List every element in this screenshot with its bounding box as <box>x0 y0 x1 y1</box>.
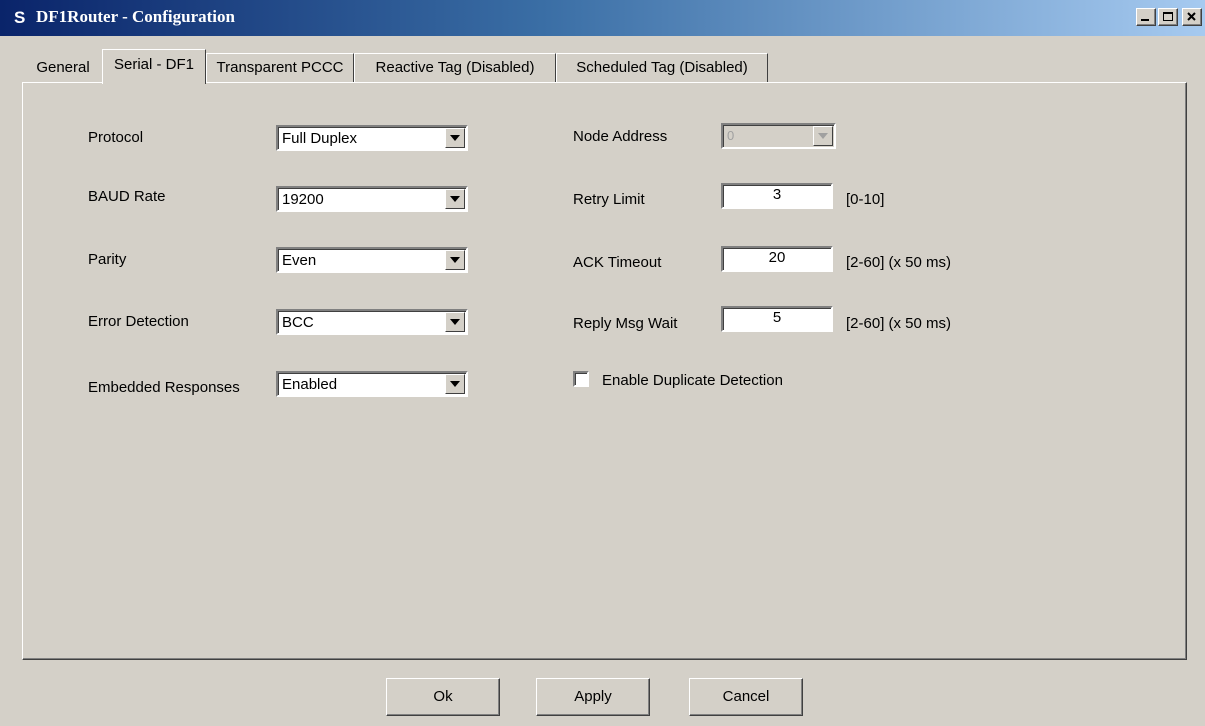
chevron-down-icon <box>818 133 828 139</box>
protocol-value: Full Duplex <box>282 130 358 147</box>
chevron-down-icon <box>450 319 460 325</box>
ack-timeout-input[interactable]: 20 <box>721 246 833 272</box>
tab-reactive-tag[interactable]: Reactive Tag (Disabled) <box>354 53 556 83</box>
ack-timeout-label: ACK Timeout <box>573 254 662 271</box>
reply-msg-wait-input[interactable]: 5 <box>721 306 833 332</box>
ack-timeout-range: [2-60] (x 50 ms) <box>846 254 952 271</box>
retry-limit-range: [0-10] <box>846 191 885 208</box>
node-address-value: 0 <box>727 128 735 143</box>
retry-limit-label: Retry Limit <box>573 191 645 208</box>
node-address-dropdown-button[interactable] <box>813 126 833 146</box>
tab-panel <box>22 82 1187 660</box>
tab-scheduled-tag[interactable]: Scheduled Tag (Disabled) <box>556 53 768 83</box>
app-icon: S <box>14 8 26 27</box>
close-button[interactable] <box>1182 8 1202 26</box>
node-address-label: Node Address <box>573 128 668 145</box>
cancel-button[interactable]: Cancel <box>689 678 803 716</box>
tab-general[interactable]: General <box>22 53 104 83</box>
close-icon <box>1187 12 1196 21</box>
baud-rate-label: BAUD Rate <box>88 188 166 205</box>
chevron-down-icon <box>450 257 460 263</box>
baud-rate-value: 19200 <box>282 191 324 208</box>
baud-rate-dropdown-button[interactable] <box>445 189 465 209</box>
error-detection-select[interactable]: BCC <box>276 309 468 335</box>
error-detection-value: BCC <box>282 314 314 331</box>
ok-button[interactable]: Ok <box>386 678 500 716</box>
error-detection-label: Error Detection <box>88 313 189 330</box>
parity-dropdown-button[interactable] <box>445 250 465 270</box>
window-title: DF1Router - Configuration <box>36 7 235 26</box>
reply-msg-wait-range: [2-60] (x 50 ms) <box>846 315 952 332</box>
apply-button[interactable]: Apply <box>536 678 650 716</box>
embedded-responses-value: Enabled <box>282 376 338 393</box>
embedded-responses-label: Embedded Responses <box>88 379 240 396</box>
node-address-select[interactable]: 0 <box>721 123 836 149</box>
chevron-down-icon <box>450 381 460 387</box>
retry-limit-input[interactable]: 3 <box>721 183 833 209</box>
protocol-label: Protocol <box>88 129 144 146</box>
embedded-responses-dropdown-button[interactable] <box>445 374 465 394</box>
enable-duplicate-detection-checkbox[interactable] <box>573 371 589 387</box>
chevron-down-icon <box>450 196 460 202</box>
enable-duplicate-detection-label: Enable Duplicate Detection <box>602 372 783 389</box>
baud-rate-select[interactable]: 19200 <box>276 186 468 212</box>
protocol-select[interactable]: Full Duplex <box>276 125 468 151</box>
parity-value: Even <box>282 252 317 269</box>
embedded-responses-select[interactable]: Enabled <box>276 371 468 397</box>
minimize-icon <box>1141 19 1149 21</box>
reply-msg-wait-label: Reply Msg Wait <box>573 315 678 332</box>
minimize-button[interactable] <box>1136 8 1156 26</box>
error-detection-dropdown-button[interactable] <box>445 312 465 332</box>
tab-serial-df1[interactable]: Serial - DF1 <box>102 49 206 84</box>
chevron-down-icon <box>450 135 460 141</box>
protocol-dropdown-button[interactable] <box>445 128 465 148</box>
tab-transparent-pccc[interactable]: Transparent PCCC <box>206 53 354 83</box>
maximize-icon <box>1163 12 1173 21</box>
parity-label: Parity <box>88 251 127 268</box>
parity-select[interactable]: Even <box>276 247 468 273</box>
maximize-button[interactable] <box>1158 8 1178 26</box>
